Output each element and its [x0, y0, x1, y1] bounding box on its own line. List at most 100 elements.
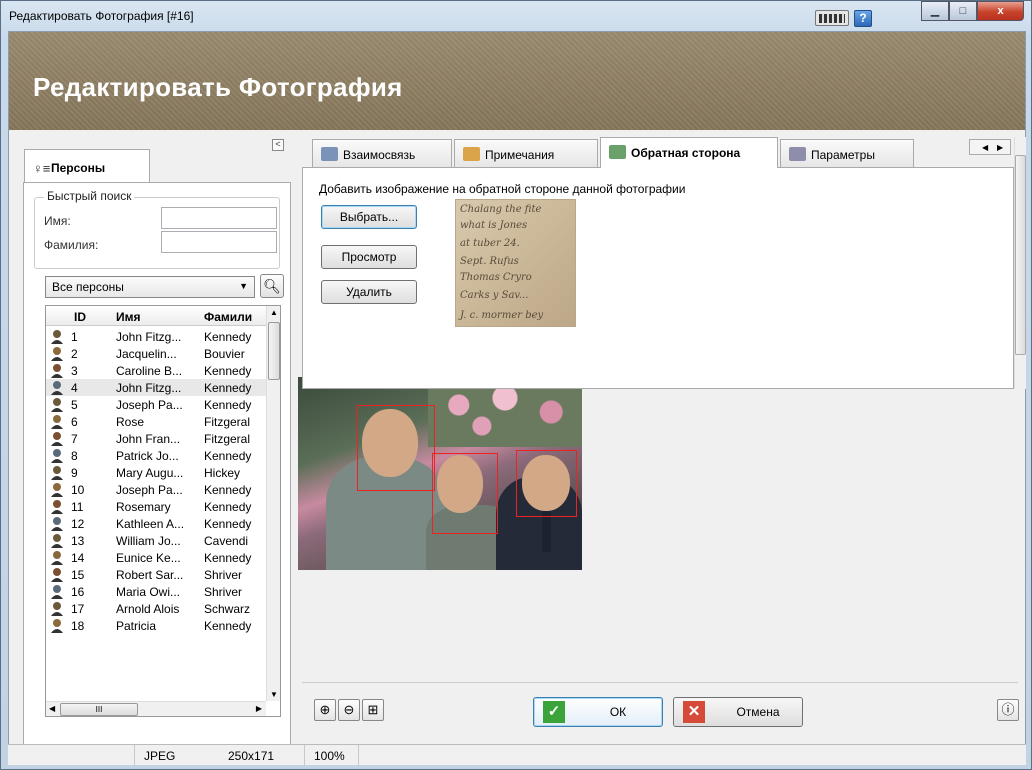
scroll-right-icon[interactable]: ▶ — [256, 704, 262, 713]
column-header-name[interactable]: Имя — [116, 310, 141, 324]
table-row[interactable]: 4 John Fitzg... Kennedy — [46, 379, 266, 396]
cancel-button[interactable]: ✕ Отмена — [673, 697, 803, 727]
fit-button[interactable]: ⊞ — [362, 699, 384, 721]
table-row[interactable]: 13 William Jo... Cavendi — [46, 532, 266, 549]
info-button[interactable]: ⓘ — [997, 699, 1019, 721]
table-row[interactable]: 11 Rosemary Kennedy — [46, 498, 266, 515]
scrollbar-thumb[interactable] — [268, 322, 280, 380]
tab-scroll-buttons: ◀ ▶ — [969, 139, 1011, 155]
scroll-up-icon[interactable]: ▲ — [270, 308, 278, 317]
tab-back-side[interactable]: Обратная сторона — [600, 137, 778, 168]
cell-name: Mary Augu... — [116, 466, 184, 480]
table-row[interactable]: 18 Patricia Kennedy — [46, 617, 266, 634]
table-row[interactable]: 17 Arnold Alois Schwarz — [46, 600, 266, 617]
window-controls: ▁ □ x — [921, 1, 1024, 21]
cell-name: Eunice Ke... — [116, 551, 181, 565]
ok-button[interactable]: ✓ ОК — [533, 697, 663, 727]
photo-view[interactable] — [298, 377, 582, 570]
handwriting-line: at tuber 24. — [460, 238, 520, 249]
tab-scroll-right-icon[interactable]: ▶ — [997, 143, 1003, 152]
filter-selected-value: Все персоны — [52, 280, 124, 294]
table-row[interactable]: 2 Jacquelin... Bouvier — [46, 345, 266, 362]
table-row[interactable]: 12 Kathleen A... Kennedy — [46, 515, 266, 532]
window-title: Редактировать Фотография [#16] — [9, 9, 194, 23]
name-label: Имя: — [44, 214, 71, 228]
zoom-out-button[interactable]: ⊖ — [338, 699, 360, 721]
zoom-out-icon: ⊖ — [343, 702, 355, 717]
scroll-left-icon[interactable]: ◀ — [49, 704, 55, 713]
person-avatar-icon — [50, 550, 64, 565]
info-icon: ⓘ — [1001, 702, 1015, 717]
tab-scroll-left-icon[interactable]: ◀ — [982, 143, 988, 152]
table-row[interactable]: 8 Patrick Jo... Kennedy — [46, 447, 266, 464]
tab-content-scrollbar[interactable] — [1014, 137, 1026, 389]
person-avatar-icon — [50, 533, 64, 548]
table-row[interactable]: 1 John Fitzg... Kennedy — [46, 328, 266, 345]
table-row[interactable]: 9 Mary Augu... Hickey — [46, 464, 266, 481]
cell-name: Rosemary — [116, 500, 171, 514]
persons-filter-select[interactable]: Все персоны ▼ — [45, 276, 255, 298]
status-divider — [134, 745, 135, 766]
collapse-panel-button[interactable]: < — [272, 139, 284, 151]
surname-label: Фамилия: — [44, 238, 99, 252]
scrollbar-thumb[interactable]: III — [60, 703, 138, 716]
choose-button[interactable]: Выбрать... — [321, 205, 417, 229]
cell-id: 5 — [71, 398, 78, 412]
handwriting-line: Chalang the fite — [460, 204, 542, 215]
persons-list-icon: ♀≡ — [33, 161, 51, 176]
ok-label: ОК — [609, 705, 627, 719]
persons-panel: ♀≡ Персоны Быстрый поиск Имя: Фамилия: В… — [23, 137, 291, 747]
cell-name: Arnold Alois — [116, 602, 180, 616]
person-avatar-icon — [50, 431, 64, 446]
person-avatar-icon — [50, 397, 64, 412]
back-side-description: Добавить изображение на обратной стороне… — [319, 182, 686, 196]
cell-id: 9 — [71, 466, 78, 480]
tab-relations[interactable]: Взаимосвязь — [312, 139, 452, 167]
surname-input[interactable] — [161, 231, 277, 253]
search-button[interactable]: 🔍︎ — [260, 274, 284, 298]
cell-name: John Fran... — [116, 432, 181, 446]
status-divider — [304, 745, 305, 766]
person-avatar-icon — [50, 482, 64, 497]
person-avatar-icon — [50, 380, 64, 395]
table-row[interactable]: 5 Joseph Pa... Kennedy — [46, 396, 266, 413]
page-title: Редактировать Фотография — [33, 72, 403, 102]
name-input[interactable] — [161, 207, 277, 229]
table-row[interactable]: 16 Maria Owi... Shriver — [46, 583, 266, 600]
person-avatar-icon — [50, 618, 64, 633]
maximize-button[interactable]: □ — [949, 1, 977, 21]
table-row[interactable]: 15 Robert Sar... Shriver — [46, 566, 266, 583]
view-button[interactable]: Просмотр — [321, 245, 417, 269]
table-row[interactable]: 10 Joseph Pa... Kennedy — [46, 481, 266, 498]
minimize-button[interactable]: ▁ — [921, 1, 949, 21]
close-button[interactable]: x — [977, 1, 1024, 21]
face-marker[interactable] — [516, 450, 577, 517]
table-row[interactable]: 14 Eunice Ke... Kennedy — [46, 549, 266, 566]
column-header-id[interactable]: ID — [74, 310, 86, 324]
table-row[interactable]: 6 Rose Fitzgeral — [46, 413, 266, 430]
help-button[interactable]: ? — [854, 10, 872, 27]
title-bar: Редактировать Фотография [#16] ? ▁ □ x — [1, 1, 1031, 31]
table-row[interactable]: 3 Caroline B... Kennedy — [46, 362, 266, 379]
back-side-thumbnail[interactable]: Chalang the fite what is Jones at tuber … — [455, 199, 576, 327]
cell-surname: Kennedy — [204, 364, 252, 378]
face-marker[interactable] — [432, 453, 498, 534]
table-horizontal-scrollbar[interactable]: ◀ III ▶ — [46, 701, 266, 716]
cell-id: 12 — [71, 517, 85, 531]
zoom-in-button[interactable]: ⊕ — [314, 699, 336, 721]
table-vertical-scrollbar[interactable]: ▲ ▼ — [266, 306, 280, 701]
scrollbar-thumb[interactable] — [1015, 155, 1026, 355]
column-header-surname[interactable]: Фамили — [204, 310, 252, 324]
person-avatar-icon — [50, 414, 64, 429]
person-avatar-icon — [50, 363, 64, 378]
cell-surname: Hickey — [204, 466, 241, 480]
tab-parameters[interactable]: Параметры — [780, 139, 914, 167]
scroll-down-icon[interactable]: ▼ — [270, 690, 278, 699]
keyboard-icon[interactable] — [815, 10, 849, 26]
tab-notes[interactable]: Примечания — [454, 139, 598, 167]
face-marker[interactable] — [357, 405, 435, 491]
back-side-icon — [609, 145, 626, 159]
tab-persons[interactable]: ♀≡ Персоны — [24, 149, 150, 183]
delete-button[interactable]: Удалить — [321, 280, 417, 304]
table-row[interactable]: 7 John Fran... Fitzgeral — [46, 430, 266, 447]
